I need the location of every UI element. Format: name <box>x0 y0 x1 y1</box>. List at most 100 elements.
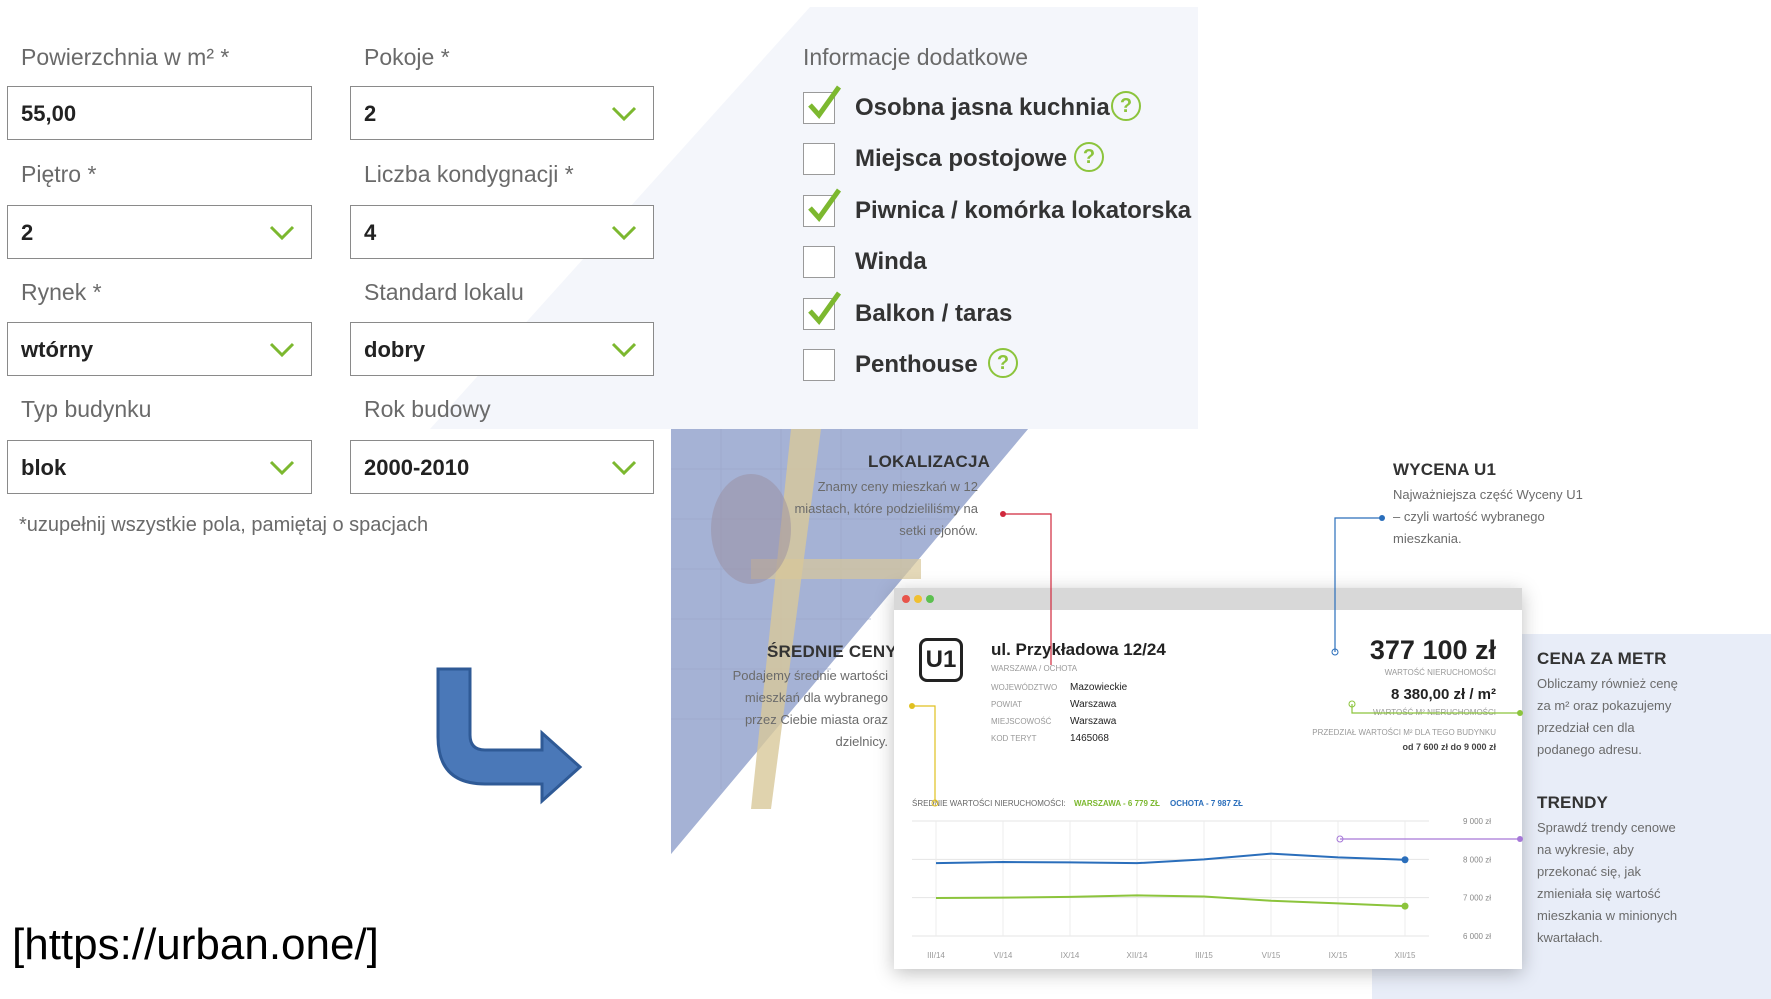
detail-key: MIEJSCOWOŚĆ <box>991 717 1052 726</box>
building-type-select[interactable]: blok <box>7 440 312 494</box>
building-type-label: Typ budynku <box>21 396 152 422</box>
promo-wycena-text: Najważniejsza część Wyceny U1– czyli war… <box>1393 487 1583 546</box>
market-value: wtórny <box>21 337 94 362</box>
floor-label: Piętro * <box>21 161 97 187</box>
connector-blue-dot <box>1379 515 1385 521</box>
floor-select[interactable]: 2 <box>7 205 312 259</box>
y-tick-label: 9 000 zł <box>1463 817 1491 826</box>
rooms-select[interactable]: 2 <box>350 86 654 140</box>
chevron-down-icon <box>269 342 295 358</box>
form-note: *uzupełnij wszystkie pola, pamiętaj o sp… <box>19 514 429 536</box>
x-tick-label: III/14 <box>927 951 945 960</box>
promo-trendy-text: Sprawdź trendy cenowe na wykresie, aby prz… <box>1537 820 1678 945</box>
series-line-warszawa <box>935 894 1406 908</box>
detail-key: POWIAT <box>991 700 1022 709</box>
chevron-down-icon <box>611 106 637 122</box>
chevron-down-icon <box>611 460 637 476</box>
x-tick-label: VI/15 <box>1262 951 1281 960</box>
report-address: ul. Przykładowa 12/24 <box>991 640 1166 659</box>
detail-value: 1465068 <box>1070 733 1109 744</box>
report-price-m2: 8 380,00 zł / m² <box>1390 686 1496 703</box>
checkbox-label: Winda <box>855 248 927 275</box>
market-label: Rynek * <box>21 279 102 305</box>
build-year-value: 2000-2010 <box>364 455 470 480</box>
floors-count-value: 4 <box>364 220 377 245</box>
rooms-label: Pokoje * <box>364 44 450 70</box>
area-value: 55,00 <box>21 101 77 126</box>
promo-srednie-title: ŚREDNIE CENY <box>767 642 897 661</box>
checkbox-label: Balkon / taras <box>855 300 1013 327</box>
checkbox-label: Miejsca postojowe <box>855 145 1068 172</box>
x-tick-label: XII/14 <box>1127 951 1148 960</box>
additional-info-title: Informacje dodatkowe <box>803 44 1029 70</box>
help-icon[interactable]: ? <box>988 348 1018 378</box>
price-trend-chart: 9 000 zł 8 000 zł 7 000 zł 6 000 zł III/14 VI… <box>912 817 1491 960</box>
checkbox-label: Piwnica / komórka lokatorska <box>855 197 1192 224</box>
y-tick-label: 6 000 zł <box>1463 932 1491 941</box>
report-range: od 7 600 zł do 9 000 zł <box>1402 742 1496 752</box>
promo-wycena-title: WYCENA U1 <box>1393 460 1497 479</box>
detail-value: Warszawa <box>1070 716 1117 727</box>
checkbox[interactable] <box>803 188 842 227</box>
building-type-value: blok <box>21 455 67 480</box>
y-tick-label: 7 000 zł <box>1463 894 1491 903</box>
x-tick-label: IX/15 <box>1329 951 1348 960</box>
detail-key: WOJEWÓDZTWO <box>991 683 1058 692</box>
x-tick-label: IX/14 <box>1061 951 1080 960</box>
detail-key: KOD TERYT <box>991 734 1037 743</box>
window-titlebar <box>894 588 1522 610</box>
promo-cena-text: Obliczamy również cenę za m² oraz pokazuj… <box>1537 676 1678 757</box>
build-year-select[interactable]: 2000-2010 <box>350 440 654 494</box>
detail-value: Warszawa <box>1070 699 1117 710</box>
u1-logo: U1 <box>919 638 963 682</box>
floors-count-label: Liczba kondygnacji * <box>364 161 574 187</box>
area-label: Powierzchnia w m² * <box>21 44 230 70</box>
promo-lokalizacja-title: LOKALIZACJA <box>868 452 991 471</box>
standard-select[interactable]: dobry <box>350 322 654 376</box>
x-tick-label: XII/15 <box>1395 951 1416 960</box>
standard-label: Standard lokalu <box>364 279 524 305</box>
market-select[interactable]: wtórny <box>7 322 312 376</box>
report-value-label: WARTOŚĆ NIERUCHOMOŚCI <box>1384 668 1496 677</box>
x-tick-label: III/15 <box>1195 951 1213 960</box>
legend-ochota: OCHOTA - 7 987 ZŁ <box>1170 799 1243 808</box>
arrow-icon <box>436 667 583 805</box>
rooms-value: 2 <box>364 101 377 126</box>
checkmark-icon <box>808 188 842 222</box>
report-value: 377 100 zł <box>1369 635 1496 665</box>
promo-trendy-title: TRENDY <box>1537 793 1609 812</box>
promo-srednie-text: Podajemy średnie wartości mieszkań dla wy… <box>732 668 888 749</box>
checkbox-label: Osobna jasna kuchnia <box>855 94 1110 121</box>
standard-value: dobry <box>364 337 426 362</box>
chart-header: ŚREDNIE WARTOŚCI NIERUCHOMOŚCI: <box>912 799 1066 808</box>
report-range-label: PRZEDZIAŁ WARTOŚCI M² DLA TEGO BUDYNKU <box>1312 728 1496 737</box>
close-dot-icon <box>902 595 910 603</box>
y-tick-label: 8 000 zł <box>1463 855 1491 864</box>
checkbox[interactable] <box>803 291 842 330</box>
minimize-dot-icon <box>914 595 922 603</box>
series-end-point <box>1401 902 1409 910</box>
checkbox-label: Penthouse <box>855 351 978 378</box>
legend-warszawa: WARSZAWA - 6 779 ZŁ <box>1074 799 1160 808</box>
help-icon[interactable]: ? <box>1111 91 1141 121</box>
checkbox[interactable] <box>803 349 835 381</box>
checkbox[interactable] <box>803 143 835 175</box>
area-input[interactable]: 55,00 <box>7 86 312 140</box>
x-tick-label: VI/14 <box>994 951 1013 960</box>
promo-cena-title: CENA ZA METR <box>1537 649 1667 668</box>
floors-count-select[interactable]: 4 <box>350 205 654 259</box>
report-price-m2-label: WARTOŚĆ M² NIERUCHOMOŚCI <box>1373 708 1496 717</box>
maximize-dot-icon <box>926 595 934 603</box>
checkbox[interactable] <box>803 85 842 124</box>
report-window: U1 ul. Przykładowa 12/24 WARSZAWA / OCHO… <box>894 588 1522 969</box>
source-url: [https://urban.one/] <box>12 920 379 969</box>
checkmark-icon <box>808 85 842 119</box>
help-icon[interactable]: ? <box>1074 142 1104 172</box>
floor-value: 2 <box>21 220 34 245</box>
build-year-label: Rok budowy <box>364 396 491 422</box>
promo-lokalizacja-text: Znamy ceny mieszkań w 12 miastach, które … <box>794 479 978 538</box>
checkbox[interactable] <box>803 246 835 278</box>
series-line-ochota <box>935 852 1406 865</box>
chevron-down-icon <box>611 225 637 241</box>
chevron-down-icon <box>269 225 295 241</box>
